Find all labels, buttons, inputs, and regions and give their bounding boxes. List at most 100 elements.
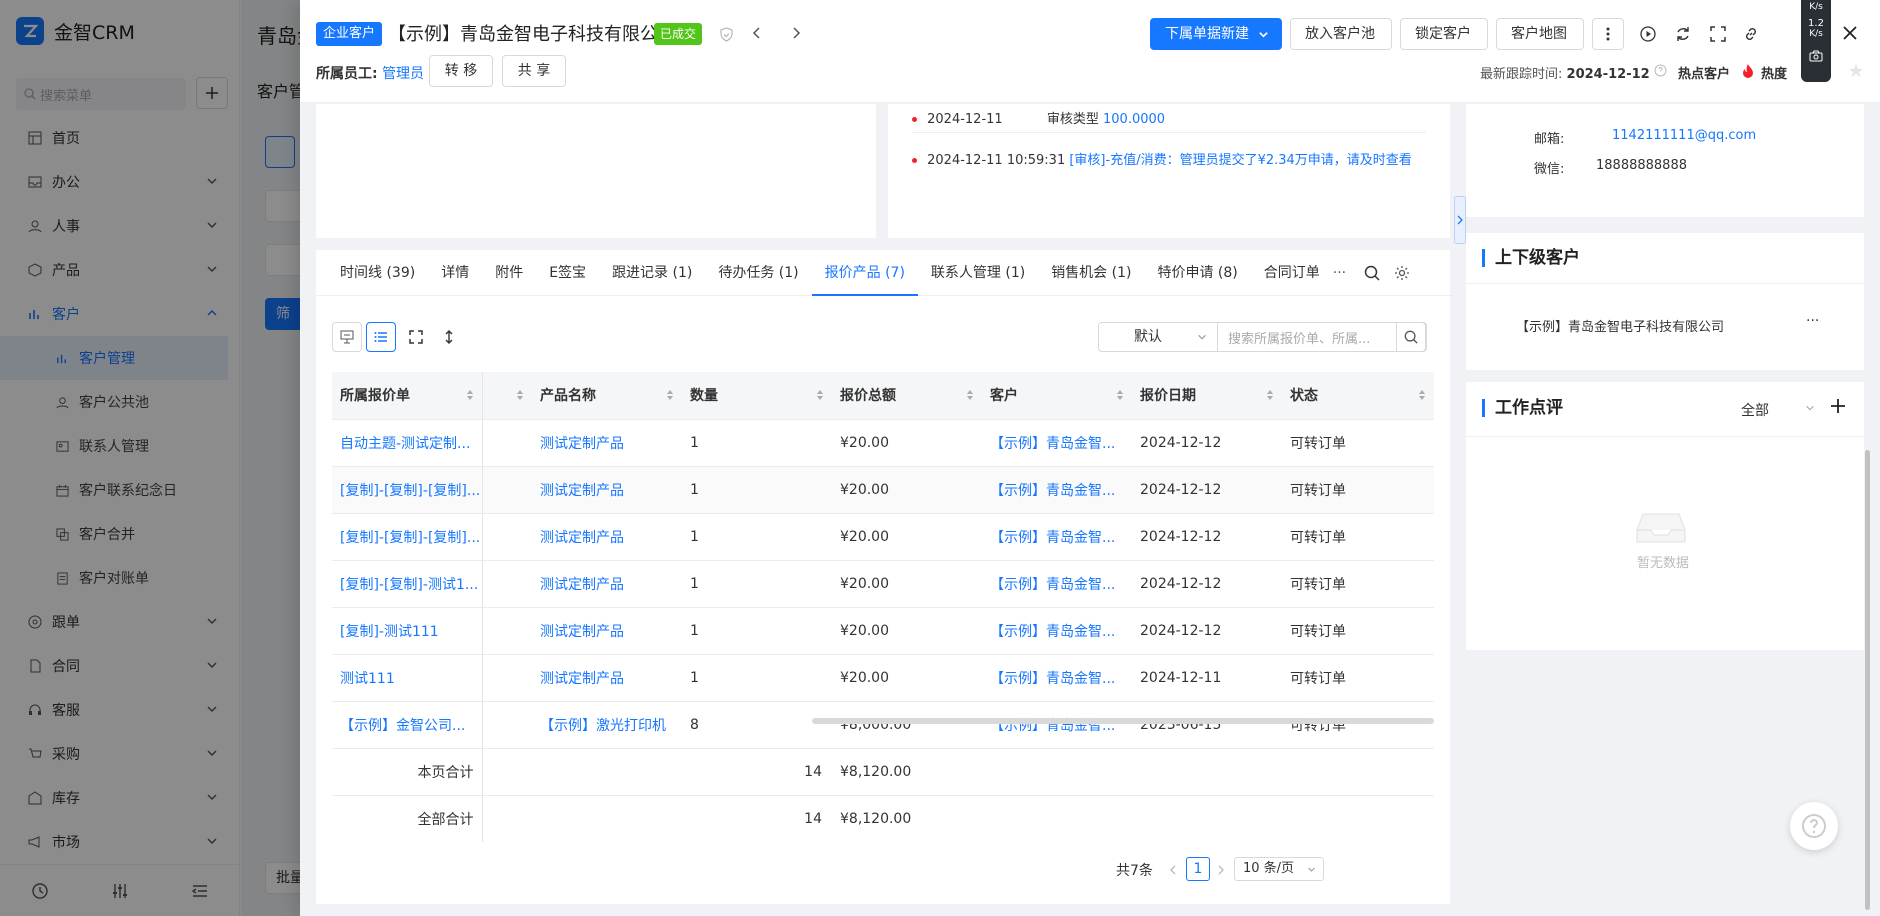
- product-cell[interactable]: 测试定制产品: [532, 560, 682, 608]
- camera-icon[interactable]: [1809, 50, 1823, 62]
- transfer-button[interactable]: 转 移: [429, 55, 493, 87]
- customer-cell[interactable]: 【示例】青岛金智...: [982, 607, 1132, 655]
- product-cell[interactable]: 【示例】激光打印机: [532, 701, 682, 749]
- customer-cell[interactable]: 【示例】青岛金智...: [982, 466, 1132, 514]
- play-icon[interactable]: [1640, 26, 1656, 42]
- help-button[interactable]: [1790, 802, 1838, 850]
- table-row[interactable]: 测试111 测试定制产品 1 ¥20.00 【示例】青岛金智... 2024-12-11 可…: [332, 654, 1434, 702]
- horizontal-scrollbar[interactable]: [812, 718, 1434, 724]
- quote-cell[interactable]: [复制]-测试111: [332, 607, 483, 655]
- sort-icon[interactable]: [516, 389, 524, 401]
- column-header-amount[interactable]: 报价总额: [832, 372, 982, 420]
- tab-special-price[interactable]: 特价申请 (8): [1144, 250, 1250, 296]
- sort-icon[interactable]: [1266, 389, 1274, 401]
- chevron-down-icon[interactable]: [1805, 403, 1815, 413]
- row-height-icon[interactable]: [444, 330, 454, 344]
- owner-value-link[interactable]: 管理员: [382, 66, 424, 82]
- table-row[interactable]: [复制]-[复制]-[复制]... 测试定制产品 1 ¥20.00 【示例】青岛金智..…: [332, 466, 1434, 514]
- quote-cell[interactable]: [复制]-[复制]-[复制]...: [332, 466, 483, 514]
- close-icon[interactable]: [1842, 25, 1858, 41]
- previous-record-icon[interactable]: [750, 26, 764, 40]
- sort-icon[interactable]: [816, 389, 824, 401]
- table-row[interactable]: [复制]-[复制]-测试1... 测试定制产品 1 ¥20.00 【示例】青岛金智...…: [332, 560, 1434, 608]
- product-cell[interactable]: 测试定制产品: [532, 466, 682, 514]
- column-header-date[interactable]: 报价日期: [1132, 372, 1282, 420]
- tab-contract-orders[interactable]: 合同订单: [1251, 250, 1323, 296]
- product-cell[interactable]: 测试定制产品: [532, 607, 682, 655]
- column-header-customer[interactable]: 客户: [982, 372, 1132, 420]
- sort-icon[interactable]: [466, 389, 474, 401]
- sort-icon[interactable]: [1418, 389, 1426, 401]
- customer-cell[interactable]: 【示例】青岛金智...: [982, 654, 1132, 702]
- column-header-product[interactable]: 产品名称: [532, 372, 682, 420]
- sort-select[interactable]: 默认: [1098, 322, 1218, 352]
- column-header-quote[interactable]: 所属报价单: [332, 372, 483, 420]
- table-row[interactable]: [复制]-测试111 测试定制产品 1 ¥20.00 【示例】青岛金智... 2024-1…: [332, 607, 1434, 655]
- tab-details[interactable]: 详情: [428, 250, 482, 296]
- sort-icon[interactable]: [666, 389, 674, 401]
- email-link[interactable]: 1142111111@qq.com: [1612, 128, 1756, 143]
- help-circle-icon[interactable]: [1654, 64, 1667, 77]
- product-cell[interactable]: 测试定制产品: [532, 654, 682, 702]
- timeline-value[interactable]: 100.0000: [1103, 112, 1165, 127]
- table-row[interactable]: 【示例】金智公司... 【示例】激光打印机 8 ¥8,000.00 【示例】青岛金智..…: [332, 701, 1434, 749]
- parent-customer-item[interactable]: 【示例】青岛金智电子科技有限公司: [1516, 316, 1724, 335]
- link-icon[interactable]: [1743, 26, 1759, 42]
- column-header-hidden[interactable]: [482, 372, 532, 420]
- quote-cell[interactable]: [复制]-[复制]-测试1...: [332, 560, 483, 608]
- pager-prev-icon[interactable]: [1168, 864, 1178, 876]
- table-row[interactable]: [复制]-[复制]-[复制]... 测试定制产品 1 ¥20.00 【示例】青岛金智..…: [332, 513, 1434, 561]
- customer-map-button[interactable]: 客户地图: [1496, 18, 1584, 50]
- quote-cell[interactable]: 自动主题-测试定制...: [332, 419, 483, 467]
- sort-icon[interactable]: [966, 389, 974, 401]
- sort-icon[interactable]: [1116, 389, 1124, 401]
- tab-timeline[interactable]: 时间线 (39): [316, 250, 428, 296]
- page-size-select[interactable]: 10 条/页: [1234, 857, 1324, 881]
- quote-cell[interactable]: 测试111: [332, 654, 483, 702]
- share-button[interactable]: 共 享: [502, 55, 566, 87]
- export-button[interactable]: [332, 322, 362, 352]
- table-search-button[interactable]: [1396, 322, 1426, 352]
- tab-todo[interactable]: 待办任务 (1): [705, 250, 811, 296]
- pager-next-icon[interactable]: [1216, 864, 1226, 876]
- product-cell[interactable]: 测试定制产品: [532, 513, 682, 561]
- list-view-button[interactable]: [366, 322, 396, 352]
- parent-customer-more-button[interactable]: ···: [1806, 313, 1819, 329]
- customer-cell[interactable]: 【示例】青岛金智...: [982, 419, 1132, 467]
- customer-cell[interactable]: 【示例】青岛金智...: [982, 513, 1132, 561]
- timeline-text-link[interactable]: [审核]-充值/消费：管理员提交了¥2.34万申请，请及时查看: [1069, 153, 1411, 168]
- new-sub-document-button[interactable]: 下属单据新建: [1150, 18, 1282, 50]
- add-review-icon[interactable]: [1830, 398, 1846, 414]
- panel-collapse-toggle[interactable]: [1454, 196, 1466, 244]
- add-to-pool-button[interactable]: 放入客户池: [1290, 18, 1392, 50]
- search-icon[interactable]: [1364, 265, 1380, 281]
- review-filter-select[interactable]: 全部: [1741, 400, 1769, 420]
- product-cell[interactable]: 测试定制产品: [532, 419, 682, 467]
- tab-esign[interactable]: E签宝: [536, 250, 599, 296]
- tab-contacts[interactable]: 联系人管理 (1): [918, 250, 1038, 296]
- table-row[interactable]: 自动主题-测试定制... 测试定制产品 1 ¥20.00 【示例】青岛金智... 2024…: [332, 419, 1434, 467]
- star-icon[interactable]: [1848, 63, 1864, 79]
- shield-icon[interactable]: [719, 27, 734, 42]
- quote-cell[interactable]: [复制]-[复制]-[复制]...: [332, 513, 483, 561]
- fullscreen-icon[interactable]: [1710, 26, 1726, 42]
- tab-quoted-products[interactable]: 报价产品 (7): [811, 250, 919, 296]
- tab-opportunities[interactable]: 销售机会 (1): [1038, 250, 1144, 296]
- refresh-icon[interactable]: [1675, 26, 1691, 42]
- next-record-icon[interactable]: [789, 26, 803, 40]
- lock-customer-button[interactable]: 锁定客户: [1400, 18, 1488, 50]
- vertical-scrollbar[interactable]: [1865, 450, 1870, 910]
- gear-icon[interactable]: [1394, 265, 1410, 281]
- quote-cell[interactable]: 【示例】金智公司...: [332, 701, 483, 749]
- more-actions-button[interactable]: [1592, 18, 1624, 50]
- expand-icon[interactable]: [409, 330, 423, 344]
- customer-cell[interactable]: 【示例】青岛金智...: [982, 560, 1132, 608]
- table-search-input[interactable]: 搜索所属报价单、所属...: [1217, 322, 1427, 352]
- tab-follow-records[interactable]: 跟进记录 (1): [599, 250, 705, 296]
- tab-attachments[interactable]: 附件: [482, 250, 536, 296]
- column-header-status[interactable]: 状态: [1282, 372, 1434, 420]
- pager-current-page[interactable]: 1: [1186, 857, 1210, 881]
- column-header-quantity[interactable]: 数量: [682, 372, 832, 420]
- tabs-more-button[interactable]: ···: [1323, 250, 1356, 296]
- customer-cell[interactable]: 【示例】青岛金智...: [982, 701, 1132, 749]
